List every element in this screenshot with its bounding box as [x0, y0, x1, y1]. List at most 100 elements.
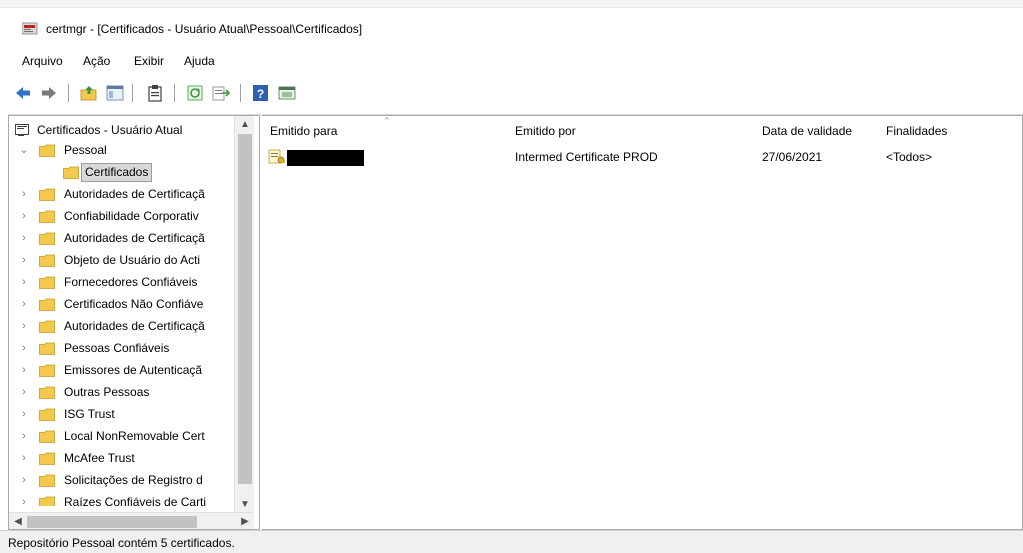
- tree-item-label: Raízes Confiáveis de Carti: [64, 495, 207, 506]
- tree-horizontal-scrollbar[interactable]: ◀ ▶: [9, 512, 254, 529]
- folder-icon: [39, 364, 55, 377]
- chevron-right-icon[interactable]: ›: [19, 232, 29, 244]
- help-icon[interactable]: ?: [252, 84, 270, 102]
- status-text: Repositório Pessoal contém 5 certificado…: [8, 536, 235, 550]
- column-header-data-de-validade[interactable]: Data de validade: [762, 124, 852, 138]
- tree-item[interactable]: › Solicitações de Registro d: [9, 470, 249, 492]
- chevron-right-icon[interactable]: ›: [19, 254, 29, 266]
- column-header-label: Emitido para: [270, 124, 338, 138]
- tree-item-pessoal[interactable]: ⌄ Pessoal: [9, 140, 249, 162]
- tree-item[interactable]: › Autoridades de Certificaçã: [9, 184, 249, 206]
- show-hide-tree-icon[interactable]: [106, 84, 124, 102]
- folder-icon: [39, 298, 55, 311]
- chevron-right-icon[interactable]: ›: [19, 452, 29, 464]
- tree-item[interactable]: › Confiabilidade Corporativ: [9, 206, 249, 228]
- chevron-right-icon[interactable]: ›: [19, 276, 29, 288]
- folder-icon: [39, 430, 55, 443]
- chevron-right-icon[interactable]: ›: [19, 386, 29, 398]
- status-bar: Repositório Pessoal contém 5 certificado…: [0, 530, 1023, 553]
- scroll-up-icon[interactable]: ▲: [235, 116, 255, 134]
- tree-item[interactable]: › Emissores de Autenticaçã: [9, 360, 249, 382]
- folder-icon: [39, 408, 55, 421]
- scroll-thumb[interactable]: [238, 134, 252, 484]
- back-arrow-icon[interactable]: [14, 84, 32, 102]
- column-header-emitido-para[interactable]: Emitido para: [270, 124, 337, 138]
- scroll-left-icon[interactable]: ◀: [9, 513, 27, 529]
- chevron-right-icon[interactable]: ›: [19, 210, 29, 222]
- sort-up-icon: ⌃: [383, 116, 391, 126]
- menu-exibir[interactable]: Exibir: [134, 54, 164, 68]
- tree-item-label: Objeto de Usuário do Acti: [64, 253, 201, 267]
- tree-item-label: Certificados: [81, 163, 153, 182]
- scroll-right-icon[interactable]: ▶: [236, 513, 254, 529]
- chevron-right-icon[interactable]: ›: [19, 408, 29, 420]
- tree-item[interactable]: › Pessoas Confiáveis: [9, 338, 249, 360]
- chevron-right-icon[interactable]: ›: [19, 430, 29, 442]
- toolbar-separator: [174, 84, 175, 102]
- column-header-emitido-por[interactable]: Emitido por: [515, 124, 576, 138]
- forward-arrow-icon[interactable]: [40, 84, 58, 102]
- tree-item-label: Solicitações de Registro d: [64, 473, 203, 487]
- chevron-right-icon[interactable]: ›: [19, 320, 29, 332]
- folder-icon: [39, 254, 55, 267]
- chevron-right-icon[interactable]: ›: [19, 474, 29, 486]
- toolbar-separator: [132, 84, 133, 102]
- tree-vertical-scrollbar[interactable]: ▲ ▼: [234, 116, 254, 514]
- column-header-finalidades[interactable]: Finalidades: [886, 124, 947, 138]
- tree-item[interactable]: › ISG Trust: [9, 404, 249, 426]
- tree-item[interactable]: › Raízes Confiáveis de Carti: [9, 492, 249, 506]
- tree-item[interactable]: › Outras Pessoas: [9, 382, 249, 404]
- chevron-right-icon[interactable]: ›: [19, 342, 29, 354]
- chevron-right-icon[interactable]: ›: [19, 298, 29, 310]
- tree-item[interactable]: › Local NonRemovable Cert: [9, 426, 249, 448]
- chevron-right-icon[interactable]: ›: [19, 188, 29, 200]
- menu-bar: Arquivo Ação Exibir Ajuda: [0, 48, 1023, 72]
- tree-item-label: ISG Trust: [64, 407, 115, 421]
- tree-item-certificados[interactable]: Certificados: [9, 162, 249, 184]
- folder-icon: [63, 166, 79, 179]
- window-top-edge: [0, 0, 1023, 8]
- menu-ajuda[interactable]: Ajuda: [184, 54, 215, 68]
- tree-item-label: McAfee Trust: [64, 451, 135, 465]
- certificate-key-icon[interactable]: [268, 148, 286, 166]
- tree-root[interactable]: Certificados - Usuário Atual: [9, 120, 249, 142]
- folder-icon: [39, 496, 55, 506]
- clipboard-icon[interactable]: [146, 84, 164, 102]
- cell-issued-by[interactable]: Intermed Certificate PROD: [515, 150, 658, 164]
- tree-item-label: Autoridades de Certificaçã: [64, 187, 205, 201]
- tree-item[interactable]: › McAfee Trust: [9, 448, 249, 470]
- folder-icon: [39, 276, 55, 289]
- export-list-icon[interactable]: [212, 84, 230, 102]
- scroll-thumb[interactable]: [27, 516, 197, 528]
- svg-text:?: ?: [257, 87, 264, 101]
- refresh-icon[interactable]: [186, 84, 204, 102]
- tree-item[interactable]: › Fornecedores Confiáveis: [9, 272, 249, 294]
- cell-expiration-date[interactable]: 27/06/2021: [762, 150, 822, 164]
- up-folder-icon[interactable]: [80, 84, 98, 102]
- title-bar: certmgr - [Certificados - Usuário Atual\…: [0, 0, 1023, 46]
- tree-item[interactable]: › Autoridades de Certificaçã: [9, 316, 249, 338]
- tree-item-label: Certificados Não Confiáve: [64, 297, 204, 311]
- folder-icon: [39, 452, 55, 465]
- tree-item-label: Emissores de Autenticaçã: [64, 363, 203, 377]
- chevron-right-icon[interactable]: ›: [19, 364, 29, 376]
- chevron-down-icon[interactable]: ⌄: [19, 144, 29, 156]
- folder-icon: [39, 210, 55, 223]
- tree-item[interactable]: › Autoridades de Certificaçã: [9, 228, 249, 250]
- tree-item[interactable]: › Certificados Não Confiáve: [9, 294, 249, 316]
- toolbar-separator: [240, 84, 241, 102]
- folder-icon: [39, 188, 55, 201]
- cell-purposes[interactable]: <Todos>: [886, 150, 932, 164]
- redacted-issued-to[interactable]: [287, 150, 364, 166]
- tree-item-label: Autoridades de Certificaçã: [64, 319, 205, 333]
- tree-item-label: Pessoas Confiáveis: [64, 341, 170, 355]
- tree-item-label: Autoridades de Certificaçã: [64, 231, 205, 245]
- toolbar-separator: [68, 84, 69, 102]
- tree-item[interactable]: › Objeto de Usuário do Acti: [9, 250, 249, 272]
- menu-acao[interactable]: Ação: [83, 54, 110, 68]
- chevron-right-icon[interactable]: ›: [19, 496, 29, 506]
- menu-arquivo[interactable]: Arquivo: [22, 54, 63, 68]
- certificate-list: Emitido para ⌃ Emitido por Data de valid…: [262, 115, 1023, 530]
- console-view-icon[interactable]: [278, 84, 296, 102]
- tree-pane: Certificados - Usuário Atual ⌄ Pessoal C…: [8, 115, 260, 530]
